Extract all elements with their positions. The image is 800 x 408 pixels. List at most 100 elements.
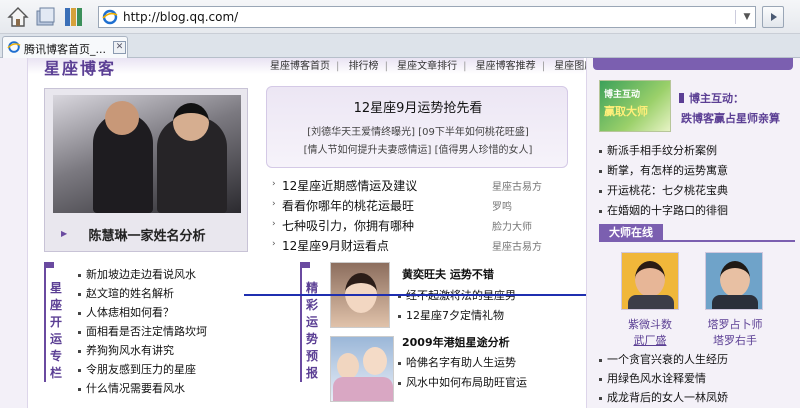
- list-item[interactable]: 新派手相手纹分析案例: [599, 142, 717, 158]
- dropdown-icon[interactable]: ▼: [739, 7, 755, 27]
- list-item[interactable]: 面相看是否注定情路坎坷: [78, 323, 207, 339]
- list-item-source[interactable]: 脸力大师: [492, 218, 532, 233]
- list-item-source[interactable]: 罗鸣: [492, 198, 512, 213]
- title-char: 运: [49, 332, 62, 346]
- masters-section-title[interactable]: 大师在线: [599, 224, 663, 242]
- list-item-text[interactable]: 12星座9月财运看点: [282, 237, 389, 254]
- promo-links[interactable]: [刘德华天王爱情终曝光] [09下半年如何桃花旺盛]: [267, 123, 569, 138]
- list-item[interactable]: 赵文瑄的姓名解析: [78, 285, 174, 301]
- tab-title: 腾讯博客首页_...: [24, 43, 106, 56]
- feature-photo-box[interactable]: ▶ 陈慧琳一家姓名分析: [44, 88, 248, 252]
- master-photo[interactable]: [705, 252, 763, 310]
- go-button[interactable]: [762, 6, 784, 28]
- list-item[interactable]: 成龙背后的女人一林凤娇: [599, 389, 728, 405]
- list-item[interactable]: › 12星座近期感情运及建议 星座古易方: [272, 176, 562, 196]
- list-item-source[interactable]: 星座古易方: [492, 178, 542, 193]
- interaction-banner[interactable]: 博主互动 赢取大师: [599, 80, 671, 132]
- highlight-title[interactable]: 博主互动：: [689, 90, 744, 106]
- highlight-link[interactable]: 跌博客赢占星师亲算: [681, 110, 780, 126]
- list-item-text[interactable]: 哈佛名字有助人生运势: [406, 356, 516, 369]
- list-item[interactable]: 一个贪官兴衰的人生经历: [599, 351, 728, 367]
- list-item-source[interactable]: 星座古易方: [492, 238, 542, 253]
- pageant-photo[interactable]: [330, 336, 394, 402]
- list-item-text[interactable]: 一个贪官兴衰的人生经历: [607, 353, 728, 366]
- title-char: 运: [305, 315, 318, 329]
- list-item-text[interactable]: 在婚姻的十字路口的徘徊: [607, 204, 728, 217]
- nav-link[interactable]: 排行榜: [349, 61, 379, 72]
- nav-link[interactable]: 星座博客首页: [270, 61, 330, 72]
- list-item-text[interactable]: 赵文瑄的姓名解析: [86, 287, 174, 300]
- article-list: › 12星座近期感情运及建议 星座古易方 › 看看你哪年的桃花运最旺 罗鸣 › …: [272, 176, 562, 256]
- promo-title[interactable]: 12星座9月运势抢先看: [267, 97, 569, 116]
- master-title[interactable]: 塔罗占卜师: [695, 316, 775, 332]
- list-item[interactable]: 养狗狗风水有讲究: [78, 342, 174, 358]
- list-item-text[interactable]: 人体痣相如何看？: [86, 306, 174, 319]
- master-name[interactable]: 武厂盛: [610, 332, 690, 348]
- list-item[interactable]: 风水中如何布局助旺官运: [398, 374, 527, 390]
- feature-caption[interactable]: 陈慧琳一家姓名分析: [45, 225, 249, 244]
- title-char: 专: [49, 349, 62, 363]
- close-icon[interactable]: ✕: [113, 41, 126, 54]
- master-title[interactable]: 紫微斗数: [610, 316, 690, 332]
- ie-icon: [102, 9, 118, 25]
- promo-box: 12星座9月运势抢先看 [刘德华天王爱情终曝光] [09下半年如何桃花旺盛] […: [266, 86, 568, 168]
- list-item-text[interactable]: 七种吸引力，你拥有哪种: [282, 217, 414, 234]
- list-item[interactable]: 断掌，有怎样的运势寓意: [599, 162, 728, 178]
- list-item-text[interactable]: 什么情况需要看风水: [86, 382, 185, 395]
- arrow-icon: ›: [272, 179, 276, 189]
- nav-link[interactable]: 星座博客推荐: [476, 61, 536, 72]
- list-item-text[interactable]: 开运桃花：七夕桃花宝典: [607, 184, 728, 197]
- list-item-text[interactable]: 新派手相手纹分析案例: [607, 144, 717, 157]
- list-item[interactable]: 什么情况需要看风水: [78, 380, 185, 396]
- arrow-icon: ›: [272, 199, 276, 209]
- fortune-headline[interactable]: 2009年港姐星途分析: [402, 334, 510, 350]
- address-bar[interactable]: http://blog.qq.com/ ▼: [98, 6, 756, 28]
- title-char: 开: [49, 315, 62, 329]
- site-logo[interactable]: 星座博客: [44, 58, 116, 79]
- books-icon[interactable]: [62, 5, 86, 29]
- list-item[interactable]: 哈佛名字有助人生运势: [398, 354, 516, 370]
- list-item[interactable]: › 看看你哪年的桃花运最旺 罗鸣: [272, 196, 562, 216]
- title-char: 彩: [305, 298, 318, 312]
- list-item[interactable]: › 12星座9月财运看点 星座古易方: [272, 236, 562, 256]
- list-item[interactable]: 用绿色风水诠释爱情: [599, 370, 706, 386]
- feature-photo[interactable]: [53, 95, 241, 213]
- list-item-text[interactable]: 新加坡边走边看说风水: [86, 268, 196, 281]
- tab-bar: 腾讯博客首页_... ✕: [0, 34, 800, 58]
- master-photo[interactable]: [621, 252, 679, 310]
- sidebar-header-bar: [593, 58, 793, 70]
- list-item[interactable]: › 七种吸引力，你拥有哪种 脸力大师: [272, 216, 562, 236]
- list-item-text[interactable]: 令朋友感到压力的星座: [86, 363, 196, 376]
- list-item-text[interactable]: 用绿色风水诠释爱情: [607, 372, 706, 385]
- nav-link[interactable]: 星座文章排行: [397, 61, 457, 72]
- master-name[interactable]: 塔罗右手: [695, 332, 775, 348]
- masters-section-header: 大师在线: [599, 224, 795, 242]
- person-head: [105, 101, 139, 135]
- list-item[interactable]: 新加坡边走边看说风水: [78, 266, 196, 282]
- list-item[interactable]: 人体痣相如何看？: [78, 304, 174, 320]
- promo-links[interactable]: [情人节如何提升夫妻感情运] [值得男人珍惜的女人]: [267, 141, 569, 156]
- address-separator: [735, 10, 736, 24]
- arrow-icon: ›: [272, 239, 276, 249]
- list-item-text[interactable]: 断掌，有怎样的运势寓意: [607, 164, 728, 177]
- list-item[interactable]: 在婚姻的十字路口的徘徊: [599, 202, 728, 218]
- web-page: 星座博客 星座博客首页 | 排行榜 | 星座文章排行 | 星座博客推荐 | 星座图库 ▶…: [0, 58, 800, 408]
- left-divider: [27, 58, 28, 408]
- list-item-text[interactable]: 成龙背后的女人一林凤娇: [607, 391, 728, 404]
- home-icon[interactable]: [6, 5, 30, 29]
- list-item-text[interactable]: 养狗狗风水有讲究: [86, 344, 174, 357]
- fortune-headline[interactable]: 黄奕旺夫 运势不错: [402, 266, 494, 282]
- title-char: 势: [305, 332, 318, 346]
- list-item-text[interactable]: 12星座近期感情运及建议: [282, 177, 417, 194]
- list-item-text[interactable]: 风水中如何布局助旺官运: [406, 376, 527, 389]
- list-item-text[interactable]: 看看你哪年的桃花运最旺: [282, 197, 414, 214]
- browser-tab[interactable]: 腾讯博客首页_... ✕: [2, 36, 128, 58]
- list-item[interactable]: 令朋友感到压力的星座: [78, 361, 196, 377]
- list-item[interactable]: 开运桃花：七夕桃花宝典: [599, 182, 728, 198]
- list-item-text[interactable]: 12星座7夕定情礼物: [406, 309, 504, 322]
- address-text[interactable]: http://blog.qq.com/: [123, 10, 238, 24]
- right-sidebar: 博主互动 赢取大师 博主互动： 跌博客赢占星师亲算 新派手相手纹分析案例 断掌，…: [586, 58, 800, 408]
- favorites-icon[interactable]: [34, 5, 58, 29]
- list-item[interactable]: 12星座7夕定情礼物: [398, 307, 504, 323]
- list-item-text[interactable]: 面相看是否注定情路坎坷: [86, 325, 207, 338]
